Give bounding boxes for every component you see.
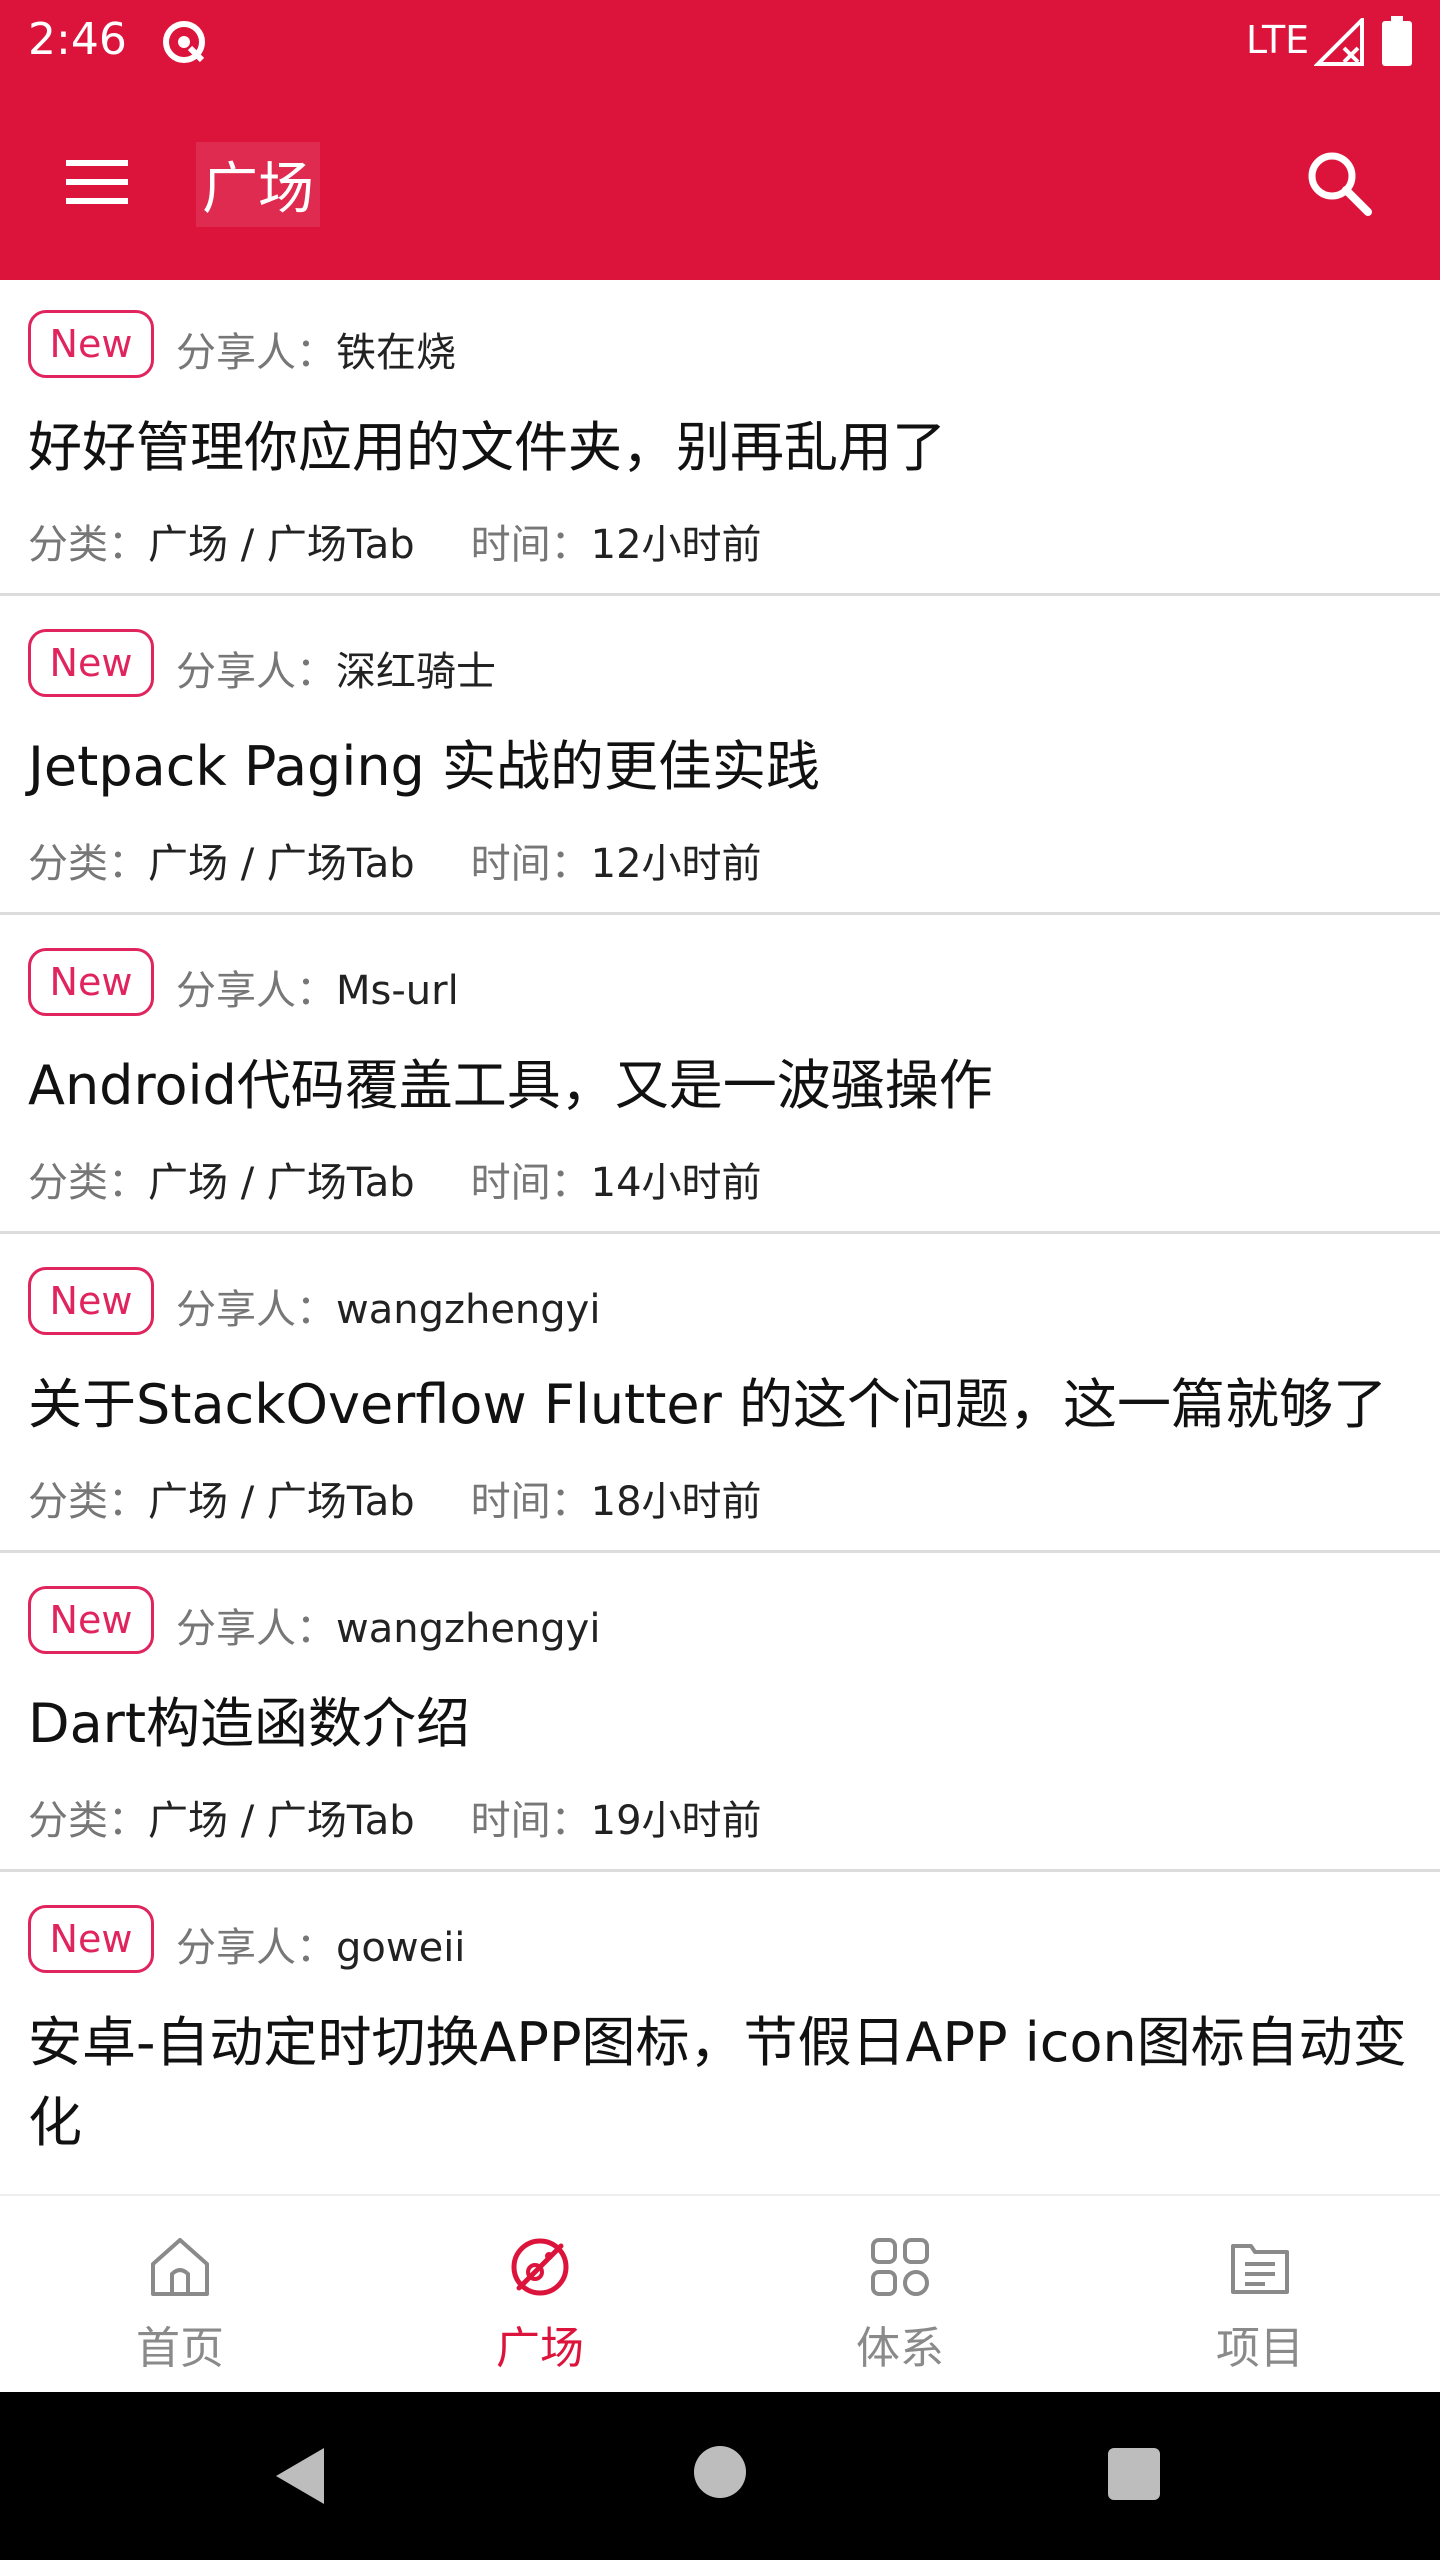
article-meta: 分类：广场 / 广场Tab 时间：12小时前 <box>28 831 762 889</box>
status-bar: 2:46 LTE <box>0 0 1440 84</box>
new-badge: New <box>28 948 154 1016</box>
time-value: 12小时前 <box>590 841 762 887</box>
sharer-label: 分享人： <box>176 1606 336 1652</box>
sharer-line: 分享人：深红骑士 <box>176 639 496 697</box>
time-label: 时间： <box>470 522 591 568</box>
category-label: 分类： <box>28 522 148 568</box>
sharer-label: 分享人： <box>176 1287 336 1333</box>
new-badge: New <box>28 310 154 378</box>
article-card[interactable]: New 分享人：铁在烧 好好管理你应用的文件夹，别再乱用了 分类：广场 / 广场… <box>0 280 1440 596</box>
page-title: 广场 <box>196 142 320 227</box>
sharer-name: Ms-url <box>336 968 459 1014</box>
article-title[interactable]: Dart构造函数介绍 <box>28 1684 1418 1764</box>
category-label: 分类： <box>28 1160 148 1206</box>
home-icon <box>151 2238 209 2296</box>
article-meta: 分类：广场 / 广场Tab 时间：14小时前 <box>28 1150 762 1208</box>
category-label: 分类： <box>28 841 148 887</box>
time-label: 时间： <box>470 1479 591 1525</box>
bottom-navigation: 首页 广场 体系 项目 <box>0 2194 1440 2394</box>
signal-icon <box>1314 18 1364 66</box>
nav-square[interactable]: 广场 <box>360 2196 720 2394</box>
article-card[interactable]: New 分享人：goweii 安卓-自动定时切换APP图标，节假日APP ico… <box>0 1875 1440 2194</box>
sharer-name: 深红骑士 <box>336 649 496 695</box>
app-notification-icon <box>163 21 205 63</box>
sharer-label: 分享人： <box>176 649 336 695</box>
system-navigation-bar <box>0 2392 1440 2560</box>
sharer-name: wangzhengyi <box>336 1287 601 1333</box>
article-card[interactable]: New 分享人：wangzhengyi Dart构造函数介绍 分类：广场 / 广… <box>0 1556 1440 1872</box>
article-meta: 分类：广场 / 广场Tab 时间：19小时前 <box>28 1788 762 1846</box>
article-title[interactable]: 安卓-自动定时切换APP图标，节假日APP icon图标自动变化 <box>28 2003 1418 2163</box>
nav-project[interactable]: 项目 <box>1080 2196 1440 2394</box>
nav-home-label: 首页 <box>136 2323 224 2374</box>
search-icon[interactable] <box>1300 144 1380 224</box>
sharer-line: 分享人：goweii <box>176 1915 465 1973</box>
sharer-name: goweii <box>336 1925 466 1971</box>
sharer-name: 铁在烧 <box>336 330 456 376</box>
category-label: 分类： <box>28 1479 148 1525</box>
article-title[interactable]: 关于StackOverflow Flutter 的这个问题，这一篇就够了 <box>28 1365 1418 1445</box>
category-value[interactable]: 广场 / 广场Tab <box>148 522 415 568</box>
new-badge: New <box>28 1267 154 1335</box>
network-type: LTE <box>1246 18 1310 62</box>
category-label: 分类： <box>28 1798 148 1844</box>
menu-icon[interactable] <box>56 146 138 218</box>
time-value: 12小时前 <box>590 522 762 568</box>
square-icon <box>511 2238 569 2296</box>
time-label: 时间： <box>470 1798 591 1844</box>
status-time: 2:46 <box>28 14 127 65</box>
new-badge: New <box>28 1586 154 1654</box>
battery-icon <box>1382 16 1412 66</box>
sharer-name: wangzhengyi <box>336 1606 601 1652</box>
new-badge: New <box>28 629 154 697</box>
category-value[interactable]: 广场 / 广场Tab <box>148 841 415 887</box>
article-meta: 分类：广场 / 广场Tab 时间：18小时前 <box>28 1469 762 1527</box>
system-icon <box>871 2238 929 2296</box>
category-value[interactable]: 广场 / 广场Tab <box>148 1479 415 1525</box>
article-meta: 分类：广场 / 广场Tab 时间：12小时前 <box>28 512 762 570</box>
category-value[interactable]: 广场 / 广场Tab <box>148 1798 415 1844</box>
nav-system[interactable]: 体系 <box>720 2196 1080 2394</box>
article-title[interactable]: Jetpack Paging 实战的更佳实践 <box>28 727 1418 807</box>
sharer-line: 分享人：Ms-url <box>176 958 459 1016</box>
article-title[interactable]: Android代码覆盖工具，又是一波骚操作 <box>28 1046 1418 1126</box>
category-value[interactable]: 广场 / 广场Tab <box>148 1160 415 1206</box>
app-bar: 广场 <box>0 84 1440 280</box>
article-list[interactable]: New 分享人：铁在烧 好好管理你应用的文件夹，别再乱用了 分类：广场 / 广场… <box>0 280 1440 2194</box>
time-value: 19小时前 <box>590 1798 762 1844</box>
sharer-line: 分享人：wangzhengyi <box>176 1277 600 1335</box>
sharer-line: 分享人：wangzhengyi <box>176 1596 600 1654</box>
article-card[interactable]: New 分享人：深红骑士 Jetpack Paging 实战的更佳实践 分类：广… <box>0 599 1440 915</box>
nav-square-label: 广场 <box>496 2323 584 2374</box>
time-value: 14小时前 <box>590 1160 762 1206</box>
recent-apps-icon[interactable] <box>1108 2448 1160 2500</box>
nav-project-label: 项目 <box>1216 2323 1304 2374</box>
time-label: 时间： <box>470 1160 591 1206</box>
sharer-label: 分享人： <box>176 330 336 376</box>
home-button-icon[interactable] <box>694 2446 746 2498</box>
nav-system-label: 体系 <box>856 2323 944 2374</box>
new-badge: New <box>28 1905 154 1973</box>
sharer-line: 分享人：铁在烧 <box>176 320 456 378</box>
sharer-label: 分享人： <box>176 1925 336 1971</box>
article-card[interactable]: New 分享人：wangzhengyi 关于StackOverflow Flut… <box>0 1237 1440 1553</box>
back-icon[interactable] <box>270 2444 330 2508</box>
time-value: 18小时前 <box>590 1479 762 1525</box>
time-label: 时间： <box>470 841 591 887</box>
project-icon <box>1231 2244 1289 2294</box>
sharer-label: 分享人： <box>176 968 336 1014</box>
article-card[interactable]: New 分享人：Ms-url Android代码覆盖工具，又是一波骚操作 分类：… <box>0 918 1440 1234</box>
nav-home[interactable]: 首页 <box>0 2196 360 2394</box>
article-title[interactable]: 好好管理你应用的文件夹，别再乱用了 <box>28 408 1418 488</box>
